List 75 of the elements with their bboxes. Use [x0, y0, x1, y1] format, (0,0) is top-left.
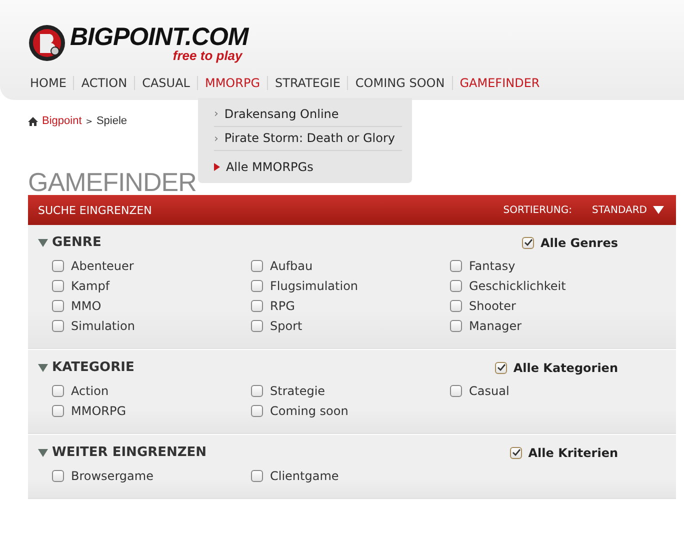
nav-link[interactable]: ACTION: [73, 76, 134, 90]
sort-label: SORTIERUNG:: [503, 204, 572, 216]
checkbox[interactable]: [450, 385, 462, 397]
filter-option[interactable]: Geschicklichkeit: [450, 278, 649, 294]
filter-option[interactable]: Fantasy: [450, 258, 649, 274]
home-icon: [28, 116, 38, 126]
triangle-icon: [214, 163, 220, 172]
caret-icon: [38, 238, 48, 246]
filter-option[interactable]: Sport: [251, 318, 450, 334]
checkbox[interactable]: [495, 362, 508, 374]
filter-option[interactable]: Manager: [450, 318, 649, 334]
checkbox[interactable]: [450, 320, 462, 332]
nav-link[interactable]: GAMEFINDER: [452, 76, 547, 90]
nav-link[interactable]: STRATEGIE: [267, 76, 348, 90]
filter-option[interactable]: Browsergame: [52, 468, 251, 484]
checkbox[interactable]: [52, 300, 64, 312]
chevron-icon: ›: [214, 107, 218, 120]
checkbox[interactable]: [52, 320, 64, 332]
filter-option[interactable]: MMORPG: [52, 403, 251, 419]
filter-option[interactable]: Clientgame: [251, 468, 450, 484]
checkbox[interactable]: [52, 385, 64, 397]
checkbox[interactable]: [510, 446, 522, 458]
checkbox[interactable]: [251, 320, 263, 332]
breadcrumb-link[interactable]: Bigpoint: [42, 115, 82, 127]
filter-option[interactable]: Simulation: [52, 318, 251, 334]
nav-link[interactable]: CASUAL: [134, 76, 197, 90]
filter-option[interactable]: Shooter: [450, 298, 649, 314]
section-toggle[interactable]: GENRE: [38, 235, 102, 250]
filter-option[interactable]: Strategie: [251, 383, 450, 399]
filter-option[interactable]: Kampf: [52, 278, 251, 294]
checkbox[interactable]: [450, 300, 462, 312]
logo-text: BIGPOINT.COM: [70, 24, 248, 48]
breadcrumb-separator: >: [86, 116, 92, 126]
chevron-icon: ›: [214, 132, 218, 145]
checkbox[interactable]: [251, 385, 263, 397]
nav-link[interactable]: COMING SOON: [347, 76, 452, 90]
checkbox[interactable]: [52, 470, 64, 482]
all-option[interactable]: Alle Genres: [522, 236, 618, 250]
logo-icon: [28, 24, 66, 62]
checkbox[interactable]: [251, 470, 263, 482]
checkbox[interactable]: [52, 280, 64, 292]
all-option[interactable]: Alle Kategorien: [495, 360, 618, 374]
menu-item[interactable]: › Drakensang Online: [214, 102, 402, 127]
filter-option[interactable]: RPG: [251, 298, 450, 314]
checkbox[interactable]: [251, 300, 263, 312]
breadcrumb-current: Spiele: [96, 115, 128, 127]
logo-tagline: free to play: [172, 48, 242, 62]
page-title: GAMEFINDER: [28, 169, 196, 195]
filter-option[interactable]: MMO: [52, 298, 251, 314]
caret-icon: [653, 206, 664, 214]
filter-option[interactable]: Aufbau: [251, 258, 450, 274]
filter-option[interactable]: Casual: [450, 383, 649, 399]
sort-dropdown[interactable]: STANDARD: [592, 204, 664, 216]
checkbox[interactable]: [52, 260, 64, 272]
menu-item[interactable]: › Pirate Storm: Death or Glory: [214, 126, 402, 152]
section-toggle[interactable]: KATEGORIE: [38, 360, 134, 375]
section-toggle[interactable]: WEITER EINGRENZEN: [38, 445, 207, 460]
checkbox[interactable]: [52, 405, 64, 417]
caret-icon: [38, 364, 48, 372]
checkbox[interactable]: [251, 280, 263, 292]
checkbox[interactable]: [450, 260, 462, 272]
filter-title: SUCHE EINGRENZEN: [38, 204, 153, 216]
filter-option[interactable]: Coming soon: [251, 403, 450, 419]
filter-option[interactable]: Action: [52, 383, 251, 399]
menu-item[interactable]: Alle MMORPGs: [214, 151, 402, 183]
filter-option[interactable]: Flugsimulation: [251, 278, 450, 294]
nav-link[interactable]: HOME: [28, 76, 74, 90]
checkbox[interactable]: [251, 260, 263, 272]
checkbox[interactable]: [522, 236, 534, 248]
checkbox[interactable]: [251, 405, 263, 417]
nav-link[interactable]: MMORPG: [196, 76, 267, 90]
caret-icon: [38, 448, 48, 456]
filter-option[interactable]: Abenteuer: [52, 258, 251, 274]
all-option[interactable]: Alle Kriterien: [510, 446, 618, 460]
checkbox[interactable]: [450, 280, 462, 292]
